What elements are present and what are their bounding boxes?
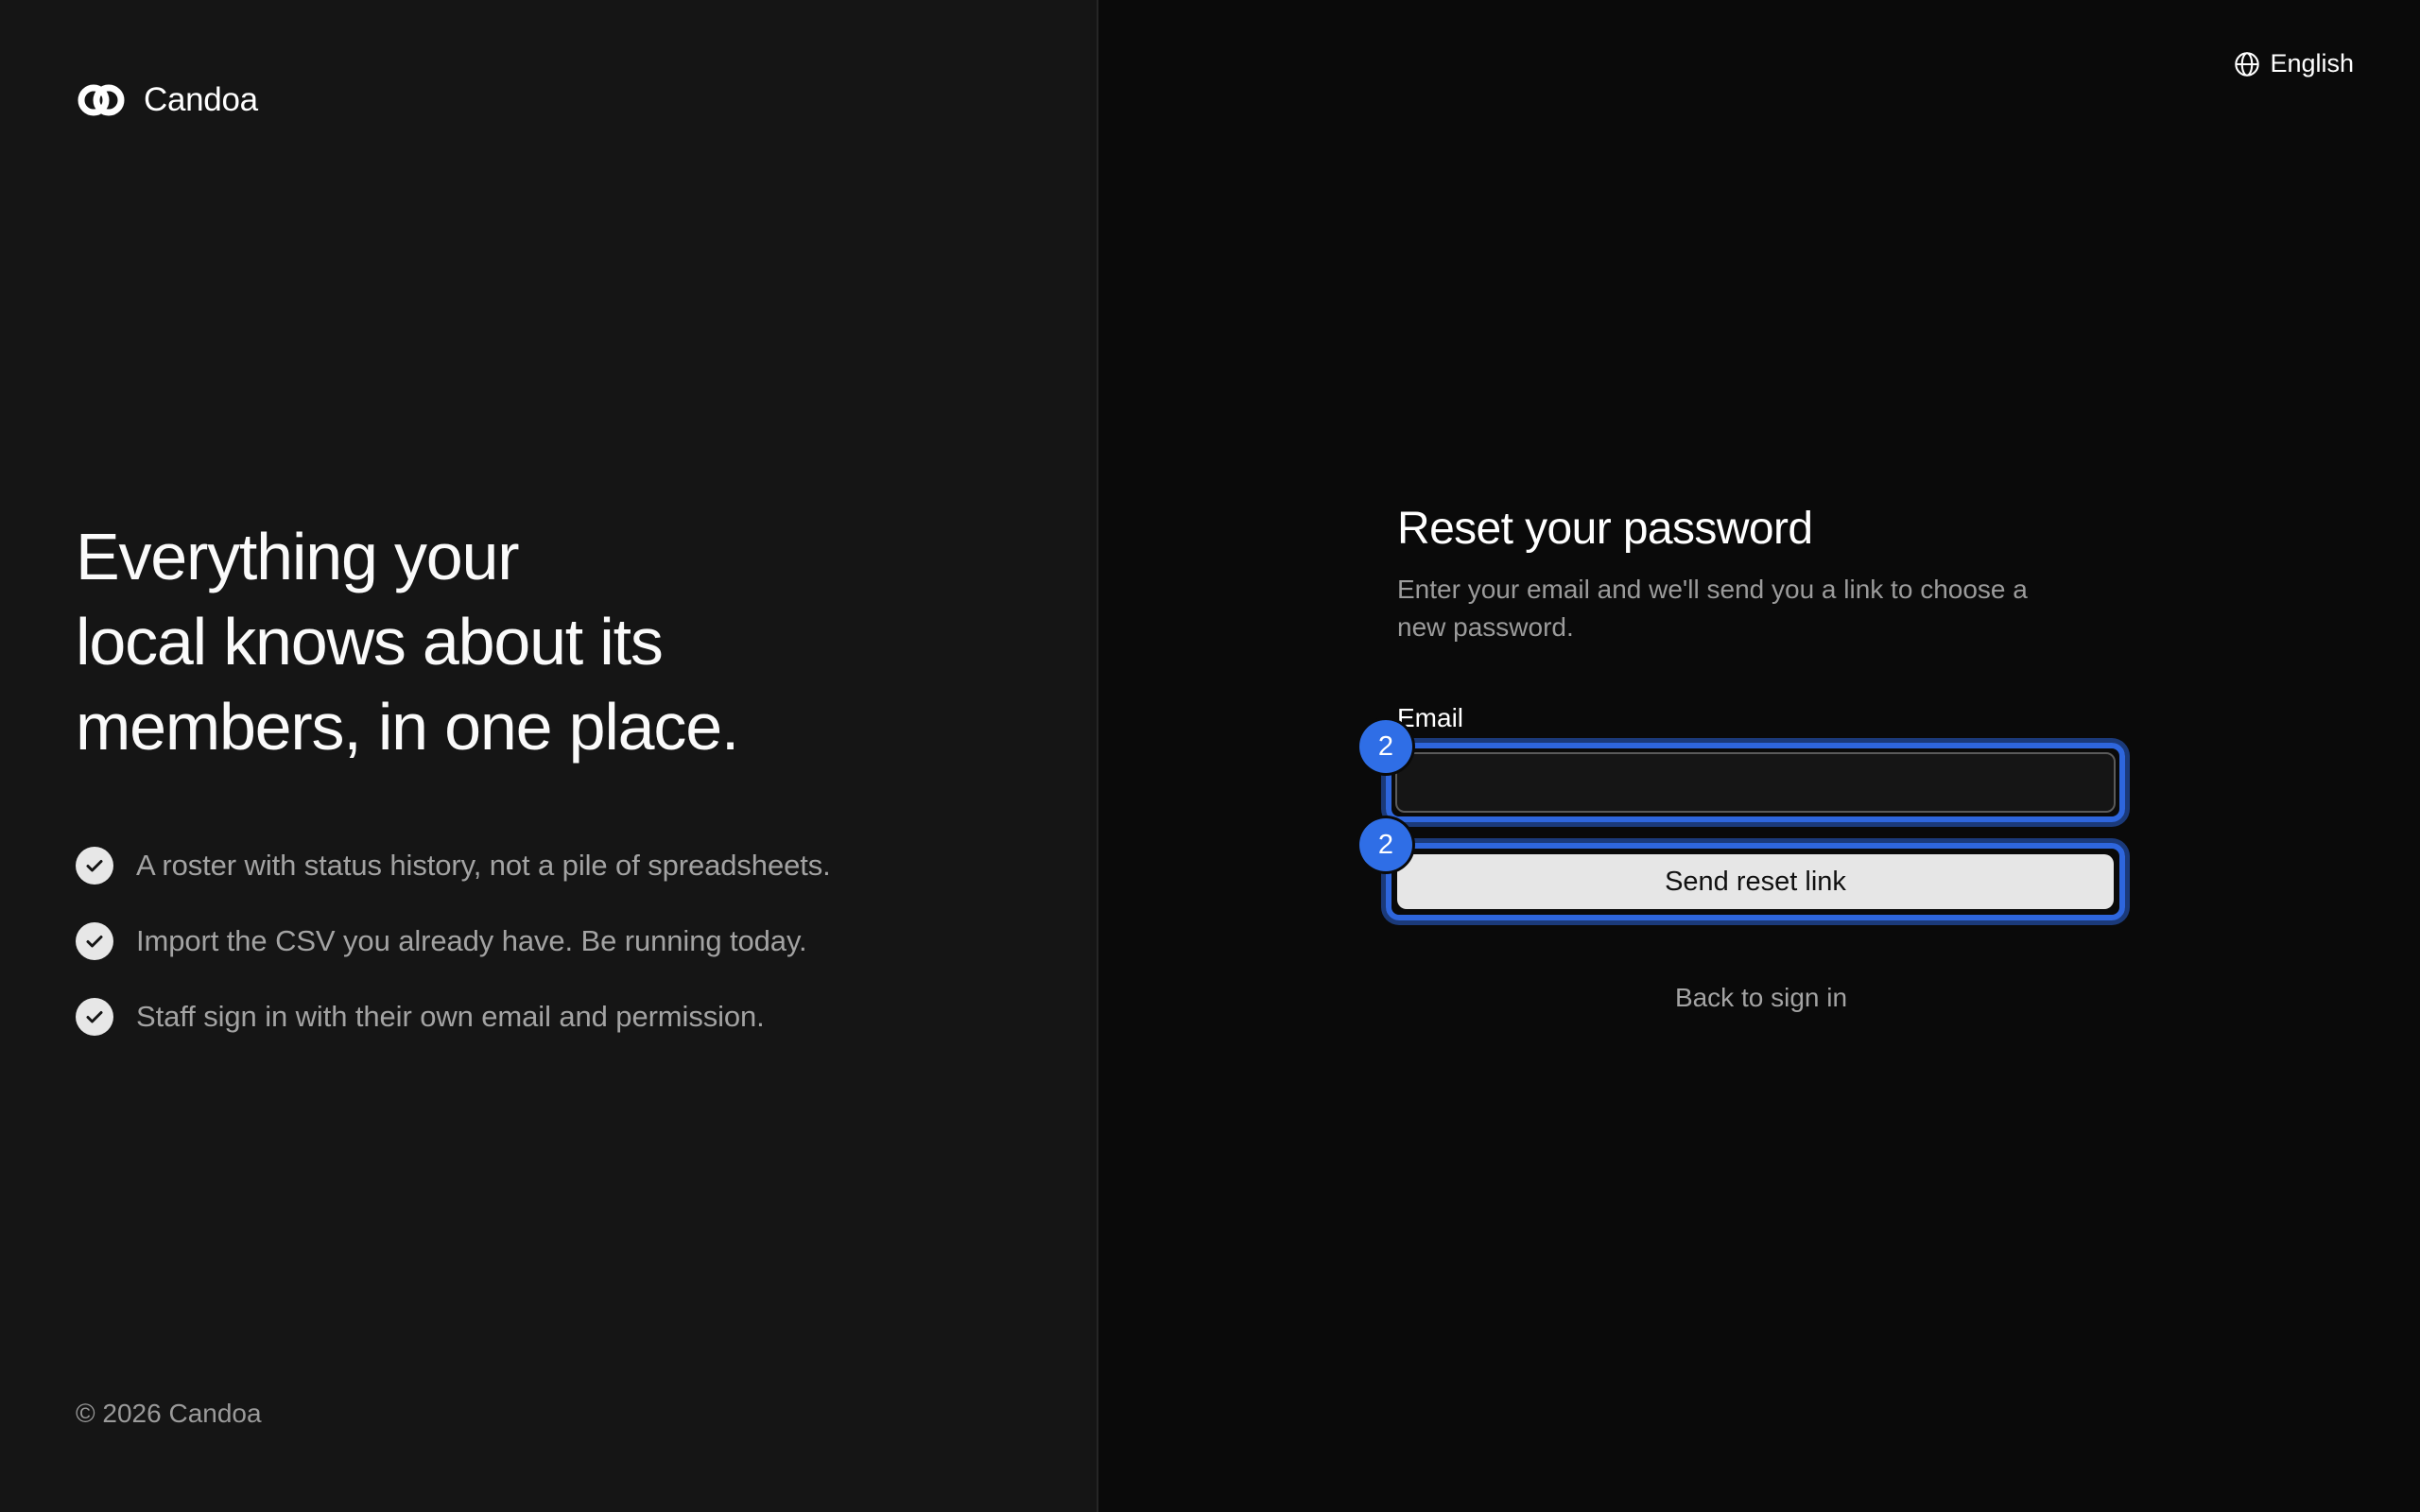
marketing-panel: Candoa Everything your local knows about… (0, 0, 1098, 1512)
feature-item: Staff sign in with their own email and p… (76, 979, 831, 1055)
annotation-badge: 2 (1359, 720, 1412, 773)
globe-icon (2235, 51, 2260, 77)
form-title: Reset your password (1397, 504, 1813, 554)
feature-text: Staff sign in with their own email and p… (136, 1000, 765, 1033)
email-label: Email (1397, 703, 1464, 732)
brand-name: Candoa (144, 81, 258, 118)
feature-list: A roster with status history, not a pile… (76, 828, 831, 1055)
hero-headline: Everything your local knows about its me… (76, 514, 926, 769)
language-selector[interactable]: English (2234, 49, 2354, 78)
feature-text: A roster with status history, not a pile… (136, 849, 831, 882)
interlocked-rings-icon (78, 84, 125, 116)
send-button-highlight: Send reset link (1386, 843, 2125, 920)
feature-text: Import the CSV you already have. Be runn… (136, 924, 807, 957)
headline-line: local knows about its (76, 605, 664, 679)
feature-item: A roster with status history, not a pile… (76, 828, 831, 903)
copyright: © 2026 Candoa (76, 1399, 262, 1428)
language-label: English (2270, 49, 2354, 77)
email-field[interactable] (1395, 752, 2116, 813)
check-circle-icon (76, 998, 113, 1036)
form-subtitle: Enter your email and we'll send you a li… (1397, 575, 2028, 642)
back-to-sign-in-link[interactable]: Back to sign in (1397, 983, 2125, 1013)
headline-line: members, in one place. (76, 690, 739, 764)
send-reset-link-button[interactable]: Send reset link (1397, 854, 2114, 909)
brand[interactable]: Candoa (78, 81, 258, 119)
reset-password-page: Candoa Everything your local knows about… (0, 0, 2420, 1512)
feature-item: Import the CSV you already have. Be runn… (76, 903, 831, 979)
annotation-badge: 2 (1359, 818, 1412, 871)
headline-line: Everything your (76, 520, 520, 593)
form-panel: English Reset your password Enter your e… (1098, 0, 2420, 1512)
email-field-highlight (1386, 743, 2125, 822)
reset-password-form: Reset your password Enter your email and… (1359, 499, 2135, 1012)
check-circle-icon (76, 847, 113, 885)
check-circle-icon (76, 922, 113, 960)
